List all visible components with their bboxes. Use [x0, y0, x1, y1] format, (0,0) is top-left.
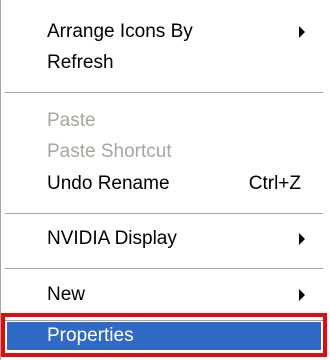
menu-item-paste: Paste [5, 104, 315, 138]
menu-item-undo-rename[interactable]: Undo Rename Ctrl+Z [5, 167, 315, 201]
menu-item-paste-shortcut: Paste Shortcut [5, 135, 315, 169]
menu-item-refresh[interactable]: Refresh [5, 46, 315, 80]
menu-item-label: Undo Rename [47, 173, 170, 194]
menu-item-new[interactable]: New [5, 278, 315, 312]
menu-item-label: Refresh [47, 52, 114, 73]
menu-item-label: Paste Shortcut [47, 141, 172, 162]
menu-item-shortcut: Ctrl+Z [248, 173, 301, 194]
menu-item-label: Arrange Icons By [47, 21, 193, 42]
menu-item-arrange-icons-by[interactable]: Arrange Icons By [5, 15, 315, 49]
menu-item-nvidia-display[interactable]: NVIDIA Display [5, 222, 315, 256]
menu-separator [5, 213, 323, 214]
menu-item-label: Paste [47, 110, 96, 131]
menu-item-label: NVIDIA Display [47, 228, 177, 249]
submenu-arrow-icon [299, 233, 305, 245]
menu-separator [5, 268, 323, 269]
submenu-arrow-icon [299, 26, 305, 38]
menu-item-label: New [47, 284, 86, 305]
submenu-arrow-icon [299, 289, 305, 301]
menu-separator [5, 320, 323, 321]
menu-separator [5, 92, 323, 93]
menu-item-label: Properties [47, 325, 134, 346]
menu-item-properties[interactable]: Properties [7, 322, 321, 350]
desktop-context-menu: Arrange Icons By Refresh Paste Paste Sho… [0, 0, 330, 360]
